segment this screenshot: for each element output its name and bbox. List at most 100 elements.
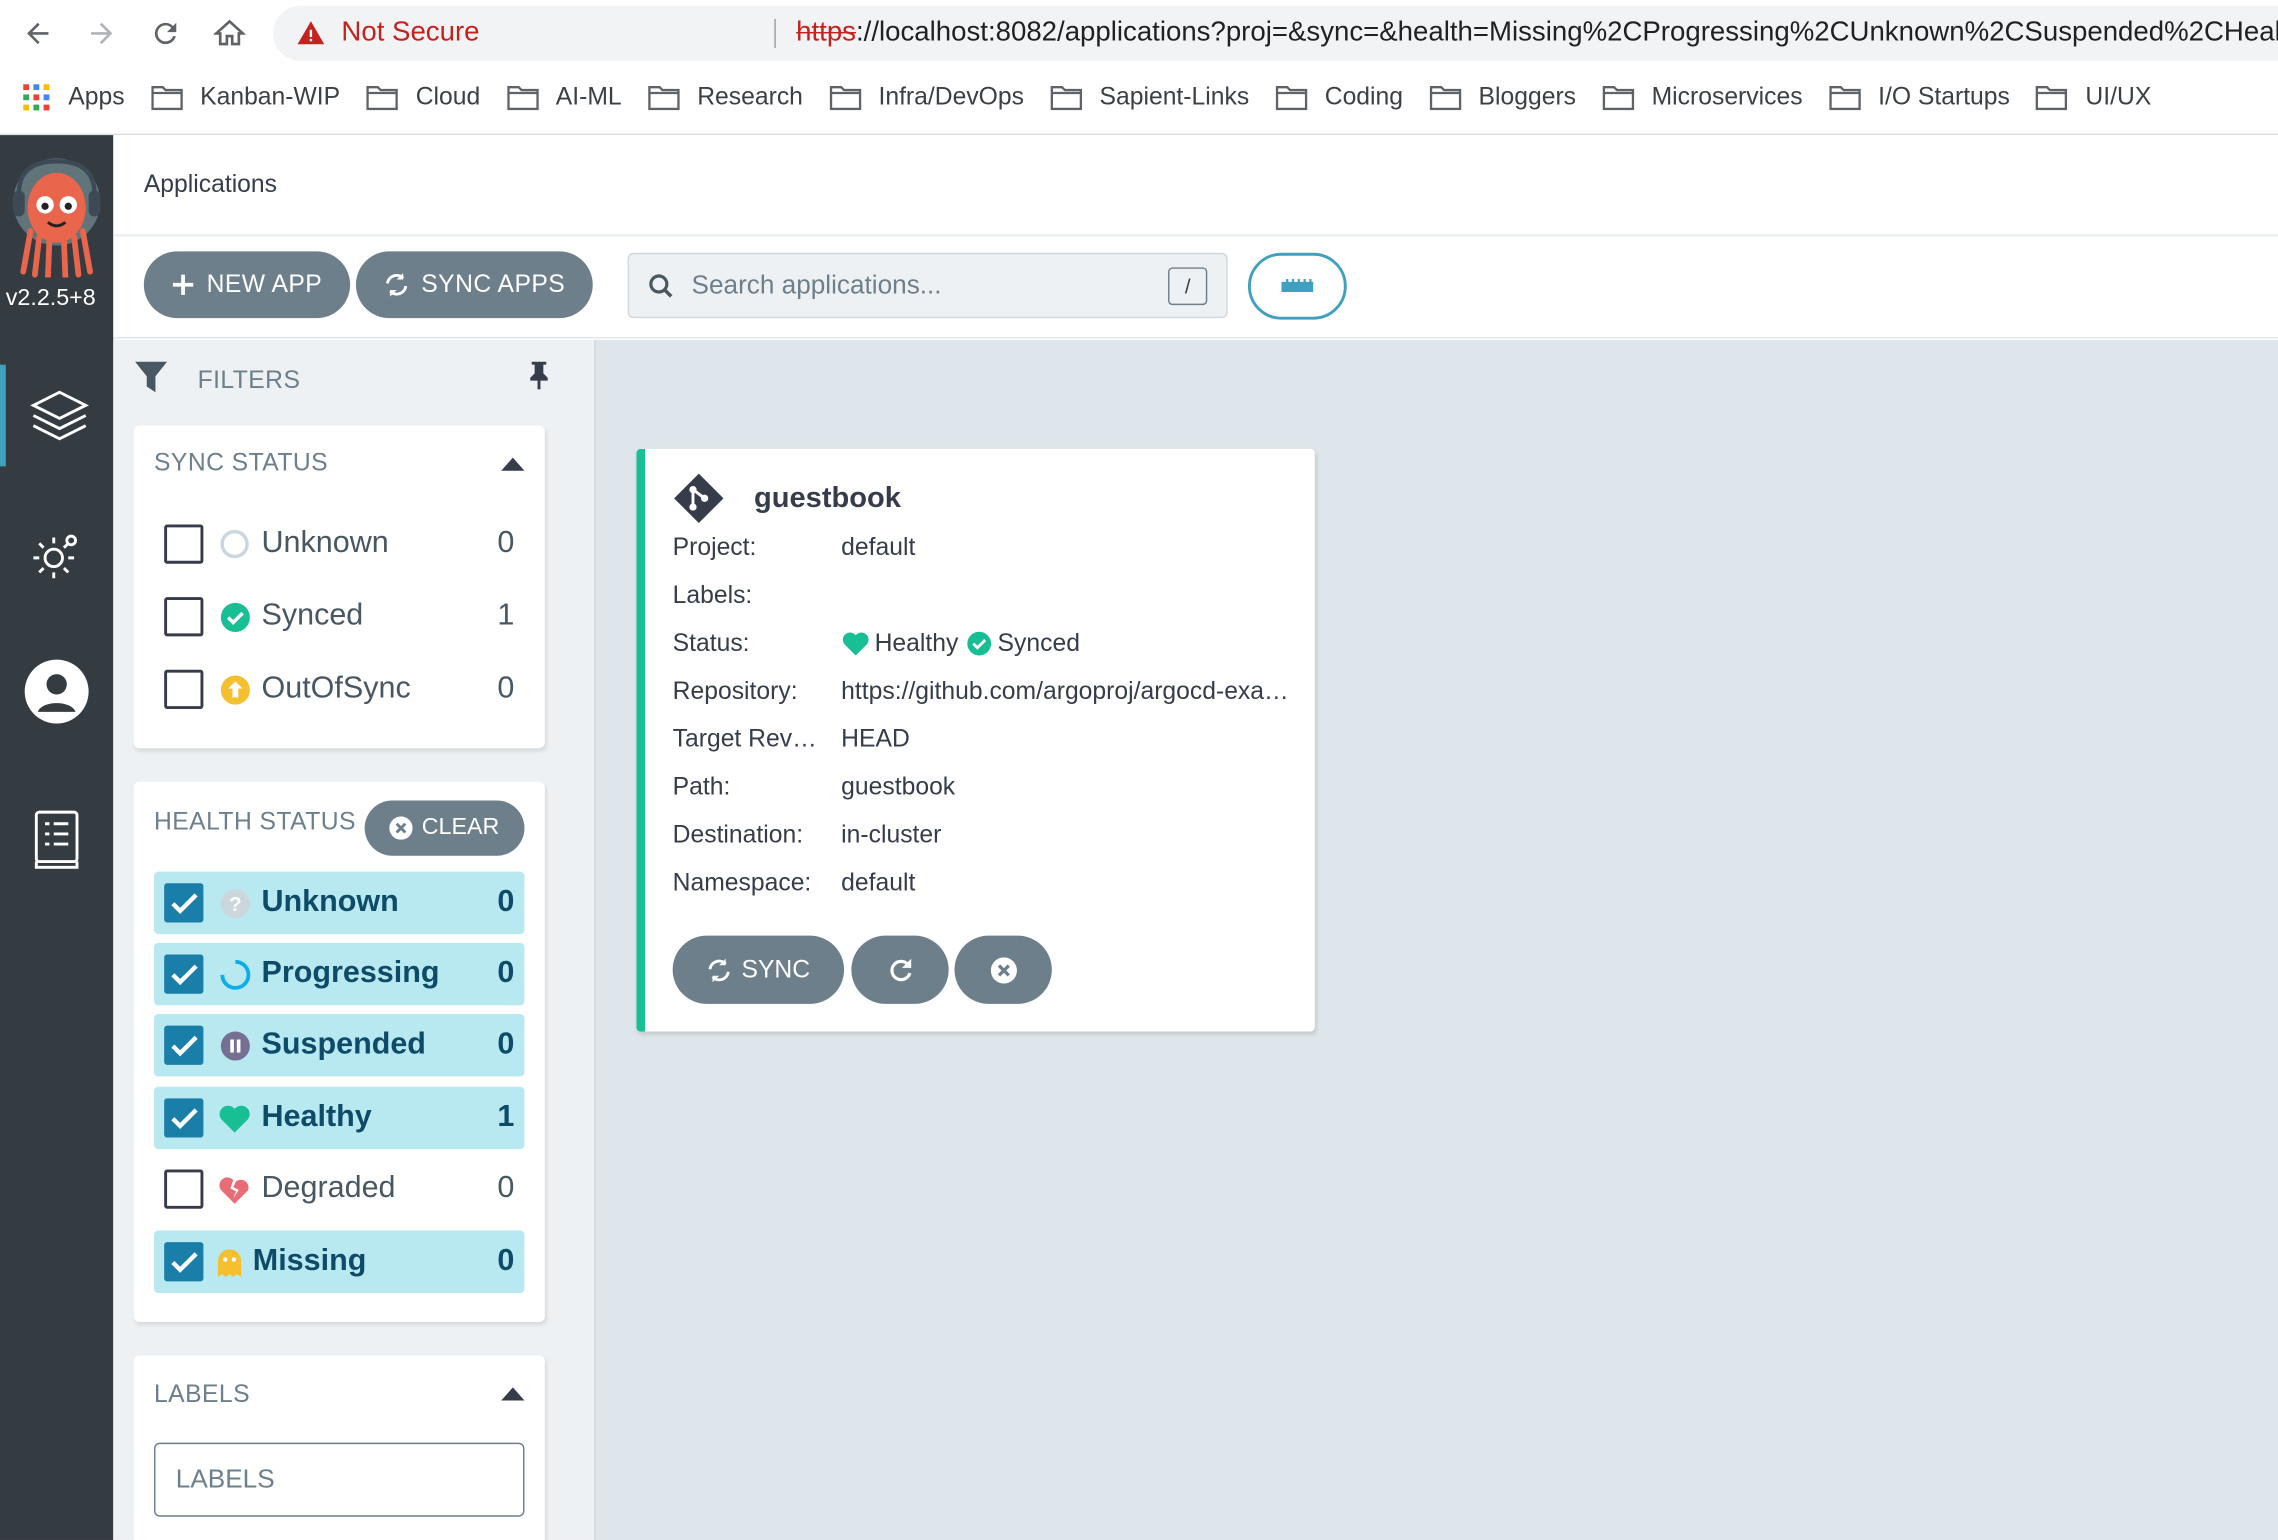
bookmark-label: Cloud — [415, 82, 481, 111]
search-input[interactable]: Search applications... / — [627, 252, 1228, 319]
bookmark-folder[interactable]: AI-ML — [506, 83, 622, 112]
filters-header: FILTERS — [134, 360, 300, 402]
collapse-caret-icon[interactable] — [501, 1387, 525, 1401]
bookmark-apps[interactable]: Apps — [22, 83, 125, 112]
main-content: FILTERS SYNC STATUS Unknown 0 Synced 1 O… — [113, 339, 2278, 1540]
pin-icon — [530, 361, 548, 390]
forward-button[interactable] — [80, 12, 124, 56]
close-circle-icon — [990, 956, 1017, 983]
new-app-label: NEW APP — [206, 270, 323, 298]
view-toggle-button[interactable] — [1247, 252, 1347, 320]
checkbox-checked[interactable] — [164, 954, 204, 994]
filter-count: 0 — [497, 1027, 515, 1061]
field-value: default — [841, 533, 916, 561]
filter-label: Suspended — [261, 1027, 426, 1061]
sync-apps-label: SYNC APPS — [421, 270, 566, 298]
bookmark-folder[interactable]: Bloggers — [1429, 83, 1576, 112]
sync-app-button[interactable]: SYNC — [672, 935, 845, 1004]
folder-icon — [648, 86, 680, 111]
bookmark-label: I/O Startups — [1878, 82, 2010, 111]
toolbar: NEW APP SYNC APPS Search applications...… — [113, 236, 2278, 339]
folder-icon — [1828, 86, 1861, 111]
side-navigation: v2.2.5+8 — [0, 135, 114, 1540]
field-key: Status: — [672, 629, 750, 657]
filter-label: Degraded — [261, 1170, 396, 1205]
sync-app-label: SYNC — [741, 955, 811, 983]
filter-count: 1 — [497, 1099, 515, 1134]
bookmark-label: Sapient-Links — [1099, 82, 1250, 111]
ghost-icon — [212, 1245, 245, 1278]
user-circle-icon — [24, 659, 89, 724]
labels-input[interactable]: LABELS — [153, 1442, 525, 1517]
bookmark-folder[interactable]: Kanban-WIP — [151, 83, 340, 112]
bookmark-folder[interactable]: Coding — [1275, 83, 1403, 112]
filter-health-suspended[interactable]: Suspended 0 — [153, 1014, 525, 1077]
bookmark-folder[interactable]: Infra/DevOps — [829, 83, 1024, 112]
clear-label: CLEAR — [421, 815, 500, 840]
page-title: Applications — [143, 169, 278, 198]
back-button[interactable] — [16, 12, 60, 56]
sync-apps-button[interactable]: SYNC APPS — [355, 251, 593, 319]
page-header: Applications — [113, 135, 2278, 237]
bookmark-folder[interactable]: Microservices — [1602, 83, 1803, 112]
argo-logo[interactable] — [9, 155, 105, 281]
collapse-caret-icon[interactable] — [501, 457, 525, 471]
filters-title: FILTERS — [197, 366, 301, 394]
filters-panel: FILTERS SYNC STATUS Unknown 0 Synced 1 O… — [113, 339, 596, 1540]
reload-button[interactable] — [144, 12, 188, 56]
checkbox[interactable] — [164, 1169, 204, 1209]
filter-health-missing[interactable]: Missing 0 — [153, 1230, 525, 1294]
url-path: ://localhost:8082/applications?proj=&syn… — [856, 17, 2278, 48]
field-value: HEAD — [841, 724, 910, 753]
field-key: Target Revision: — [672, 724, 818, 753]
bookmark-folder[interactable]: Cloud — [366, 83, 480, 112]
checkbox-checked[interactable] — [164, 883, 204, 923]
nav-documentation[interactable] — [0, 789, 113, 891]
filter-sync-unknown[interactable]: Unknown 0 — [154, 513, 524, 575]
checkbox-checked[interactable] — [164, 1242, 204, 1282]
filter-label: OutOfSync — [261, 671, 411, 705]
checkbox[interactable] — [164, 597, 204, 637]
bookmark-label: Research — [697, 82, 803, 111]
check-circle-icon — [218, 600, 251, 633]
check-circle-icon — [966, 631, 991, 656]
clear-health-filter-button[interactable]: CLEAR — [364, 800, 525, 856]
folder-icon — [2036, 86, 2068, 111]
filter-health-progressing[interactable]: Progressing 0 — [153, 942, 525, 1006]
new-app-button[interactable]: NEW APP — [143, 251, 351, 319]
refresh-app-button[interactable] — [851, 935, 949, 1004]
layers-icon — [30, 390, 89, 441]
url-scheme: https — [796, 17, 857, 48]
filter-count: 0 — [497, 525, 515, 560]
health-status: Healthy — [874, 629, 959, 657]
field-value: in-cluster — [841, 820, 942, 849]
nav-settings[interactable] — [0, 504, 113, 606]
filter-sync-synced[interactable]: Synced 1 — [154, 585, 524, 647]
address-bar[interactable]: Not Secure https://localhost:8082/applic… — [273, 5, 2278, 62]
filter-health-degraded[interactable]: Degraded 0 — [154, 1158, 524, 1220]
bookmark-folder[interactable]: I/O Startups — [1828, 82, 2010, 112]
not-secure-label: Not Secure — [341, 17, 480, 48]
nav-applications[interactable] — [0, 364, 113, 467]
filter-sync-outofsync[interactable]: OutOfSync 0 — [154, 658, 524, 720]
filter-health-unknown[interactable]: ? Unknown 0 — [153, 871, 525, 935]
checkbox-checked[interactable] — [164, 1025, 204, 1065]
nav-user-info[interactable] — [0, 641, 113, 743]
heart-broken-icon — [218, 1172, 251, 1205]
git-icon — [673, 472, 725, 532]
delete-app-button[interactable] — [954, 935, 1052, 1004]
folder-icon — [1050, 86, 1082, 111]
filter-label: Unknown — [261, 884, 399, 919]
bookmark-folder[interactable]: Sapient-Links — [1050, 83, 1249, 112]
checkbox[interactable] — [164, 669, 204, 709]
labels-filter: LABELS LABELS — [133, 1355, 545, 1540]
bookmark-folder[interactable]: Research — [648, 83, 803, 112]
bookmark-folder[interactable]: UI/UX — [2036, 83, 2151, 112]
home-button[interactable] — [208, 12, 252, 56]
pin-filters-button[interactable] — [526, 360, 552, 396]
checkbox[interactable] — [164, 524, 204, 564]
sync-icon — [385, 272, 408, 297]
checkbox-checked[interactable] — [164, 1098, 204, 1138]
app-tile-guestbook[interactable]: guestbook Project: default Labels: Statu… — [636, 448, 1315, 1032]
filter-health-healthy[interactable]: Healthy 1 — [153, 1086, 525, 1150]
